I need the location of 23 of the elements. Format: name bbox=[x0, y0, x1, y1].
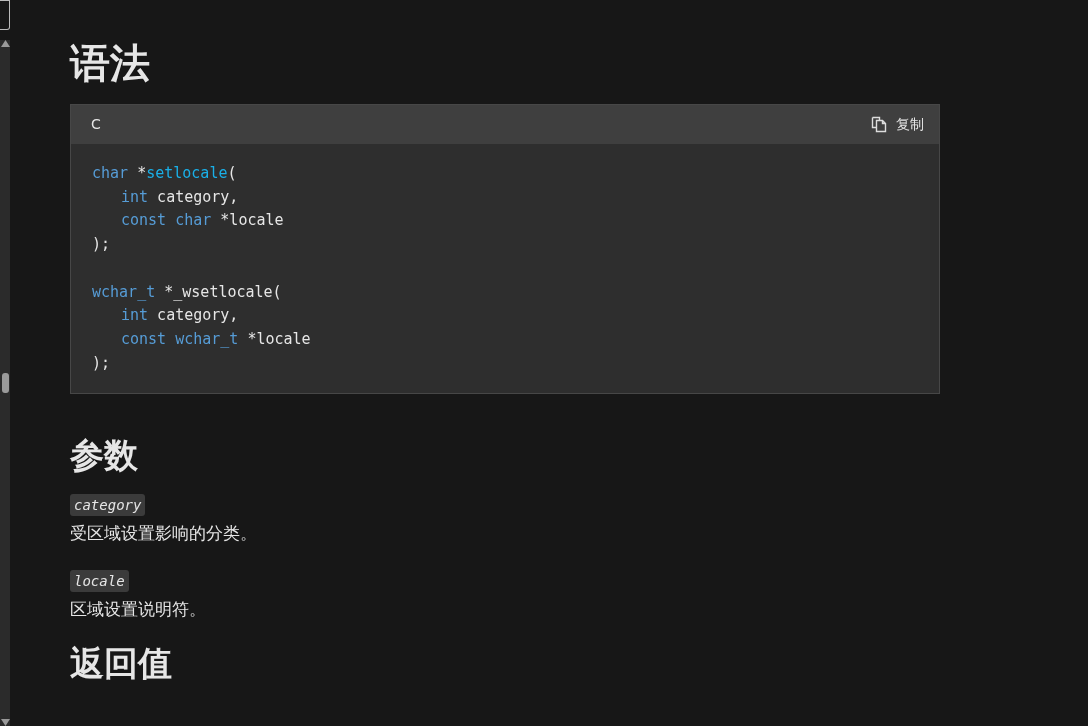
scroll-up-icon[interactable] bbox=[0, 40, 10, 47]
code-line: const wchar_t *locale bbox=[120, 328, 312, 350]
panel-edge bbox=[0, 0, 10, 30]
section-heading: 语法 bbox=[70, 40, 151, 86]
code-line: int category, bbox=[120, 186, 240, 208]
scrollbar-thumb[interactable] bbox=[1, 373, 9, 393]
parameter-name: category bbox=[70, 494, 146, 517]
parameter-description: 受区域设置影响的分类。 bbox=[70, 522, 258, 546]
language-label: C bbox=[91, 115, 101, 134]
copy-button[interactable]: 复制 bbox=[871, 112, 924, 137]
scrollbar[interactable] bbox=[0, 40, 10, 726]
code-line: const char *locale bbox=[120, 210, 285, 232]
scroll-down-icon[interactable] bbox=[0, 719, 10, 726]
code-line: ); bbox=[92, 234, 112, 256]
code-line: wchar_t *_wsetlocale( bbox=[92, 281, 283, 303]
section-heading: 返回值 bbox=[70, 644, 173, 684]
code-line: ); bbox=[92, 352, 112, 374]
code-line: char *setlocale( bbox=[92, 163, 238, 184]
parameter-description: 区域设置说明符。 bbox=[70, 597, 207, 621]
copy-icon bbox=[871, 116, 888, 133]
parameter-name: locale bbox=[70, 569, 129, 592]
section-heading: 参数 bbox=[70, 436, 139, 476]
code-line: int category, bbox=[120, 305, 240, 327]
